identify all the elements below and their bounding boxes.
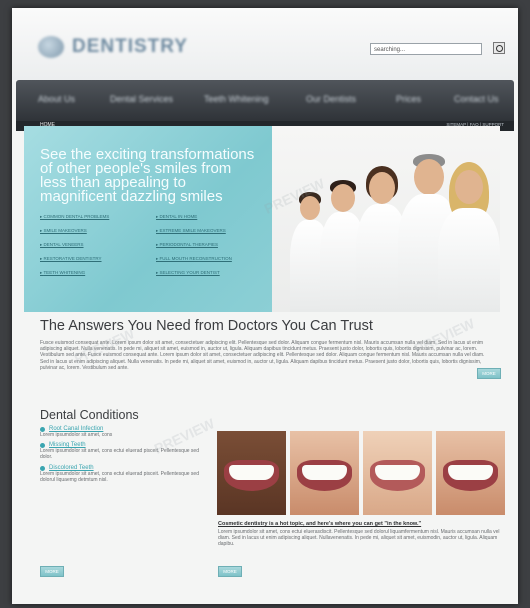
hero-link[interactable]: PERIODONTAL THERAPIES <box>156 242 266 248</box>
hero-link[interactable]: EXTREME SMILE MAKEOVERS <box>156 228 266 234</box>
intro-more-button[interactable]: MORE <box>477 368 501 379</box>
search-button[interactable] <box>493 42 505 54</box>
intro-section: The Answers You Need from Doctors You Ca… <box>40 318 490 371</box>
hero-headline: See the exciting transformations of othe… <box>40 146 255 205</box>
condition-link[interactable]: Missing Teeth <box>40 442 200 449</box>
hero-link[interactable]: RESTORATIVE DENTISTRY <box>40 256 150 262</box>
hero-link[interactable]: COMMON DENTAL PROBLEMS <box>40 214 150 220</box>
nav-item-whitening[interactable]: Teeth Whitening <box>204 94 269 104</box>
nav-item-about[interactable]: About Us <box>38 94 75 104</box>
condition-item: Root Canal Infection Lorem ipsumdolor si… <box>40 426 200 438</box>
logo-text: DENTISTRY <box>72 36 188 57</box>
search-input[interactable]: searching... <box>370 43 482 55</box>
condition-item: Missing Teeth Lorem ipsumdolor sit amet,… <box>40 442 200 460</box>
conditions-title: Dental Conditions <box>40 408 139 422</box>
condition-text: Lorem ipsumdolor sit amet, cons ectui el… <box>40 470 199 483</box>
intro-title: The Answers You Need from Doctors You Ca… <box>40 318 373 334</box>
article-body: Lorem ipsumdolor sit amet, cons ectui el… <box>218 529 500 548</box>
conditions-more-button[interactable]: MORE <box>40 566 64 577</box>
condition-text: Lorem ipsumdolor sit amet, cons <box>40 432 113 438</box>
nav-item-contact[interactable]: Contact Us <box>454 94 499 104</box>
main-navigation: About Us Dental Services Teeth Whitening… <box>16 80 514 121</box>
hero-text-panel: See the exciting transformations of othe… <box>24 126 272 312</box>
condition-item: Discolored Teeth Lorem ipsumdolor sit am… <box>40 465 200 483</box>
web-page-mockup: DENTISTRY searching... About Us Dental S… <box>12 8 518 604</box>
smile-photo <box>290 431 359 515</box>
nav-item-prices[interactable]: Prices <box>396 94 421 104</box>
hero-link[interactable]: SELECTING YOUR DENTIST <box>156 270 266 276</box>
article-title[interactable]: Cosmetic dentistry is a hot topic, and h… <box>218 521 506 527</box>
hero-link[interactable]: TEETH WHITENING <box>40 270 150 276</box>
hero-link[interactable]: DENTAL IN HOME <box>156 214 266 220</box>
site-header: DENTISTRY searching... <box>12 8 518 80</box>
dental-conditions-section: Dental Conditions Root Canal Infection L… <box>40 408 200 487</box>
smile-photo <box>436 431 505 515</box>
condition-text: Lorem ipsumdolor sit amet, cons ectui el… <box>40 448 199 461</box>
smile-photo <box>363 431 432 515</box>
smile-photo-strip <box>217 431 505 515</box>
site-logo[interactable]: DENTISTRY <box>38 36 188 58</box>
search-icon <box>495 44 503 52</box>
hero-link-list: COMMON DENTAL PROBLEMS DENTAL IN HOME SM… <box>40 214 266 276</box>
hero-link[interactable]: FULL MOUTH RECONSTRUCTION <box>156 256 266 262</box>
intro-body: Fusce euismod consequat ante. Lorem ipsu… <box>40 340 485 371</box>
hero-link[interactable]: SMILE MAKEOVERS <box>40 228 150 234</box>
condition-link[interactable]: Root Canal Infection <box>40 426 200 432</box>
hero-banner: See the exciting transformations of othe… <box>24 126 500 312</box>
article-more-button[interactable]: MORE <box>218 566 242 577</box>
tooth-logo-icon <box>38 36 64 58</box>
condition-link[interactable]: Discolored Teeth <box>40 465 200 471</box>
nav-item-services[interactable]: Dental Services <box>110 94 173 104</box>
nav-item-dentists[interactable]: Our Dentists <box>306 94 356 104</box>
dental-team-photo <box>272 126 500 312</box>
hero-link[interactable]: DENTAL VENEERS <box>40 242 150 248</box>
smile-photo <box>217 431 286 515</box>
team-member <box>438 162 500 312</box>
article-teaser: Cosmetic dentistry is a hot topic, and h… <box>218 521 506 548</box>
